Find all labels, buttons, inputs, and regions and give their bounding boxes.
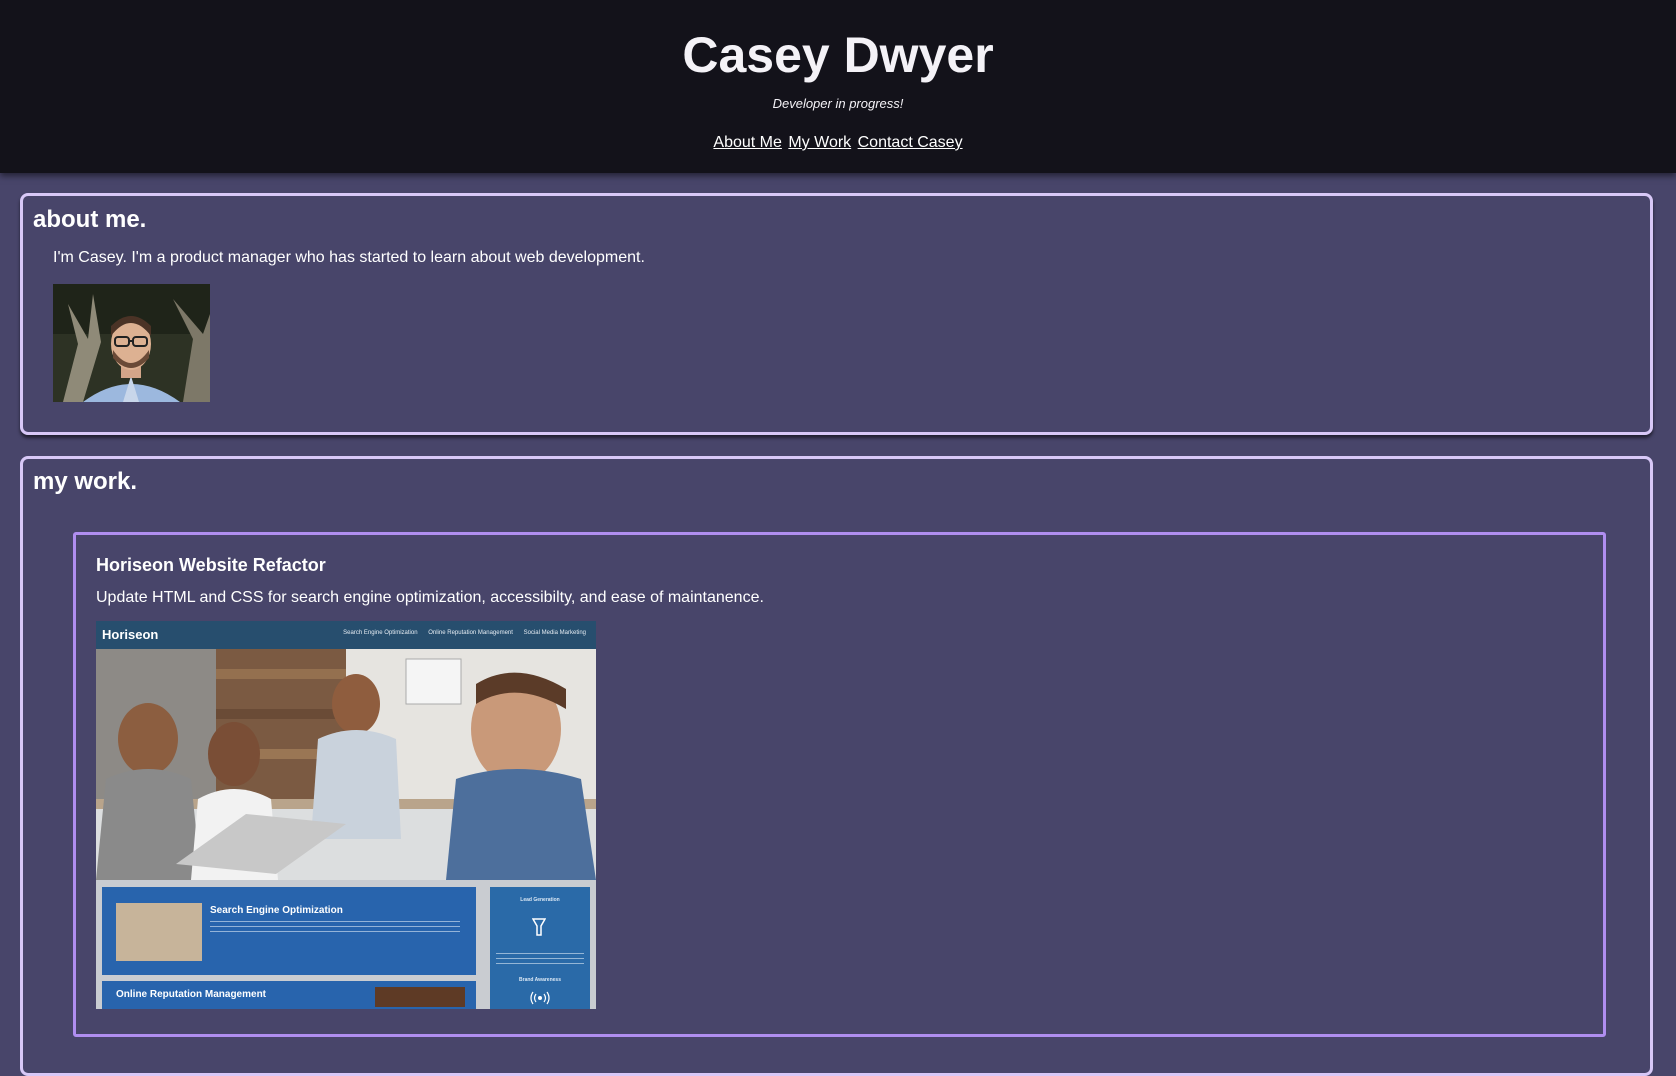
screenshot-sidebar-heading: Lead Generation	[520, 897, 560, 903]
screenshot-sidebar: Lead Generation Brand Awareness	[490, 887, 590, 1009]
screenshot-header: Horiseon Search Engine Optimization Onli…	[96, 621, 596, 649]
site-title: Casey Dwyer	[682, 27, 994, 83]
screenshot-hero-image	[96, 649, 596, 880]
project-card: Horiseon Website Refactor Update HTML an…	[73, 532, 1606, 1037]
work-section: my work. Horiseon Website Refactor Updat…	[20, 456, 1653, 1076]
screenshot-card-title: Search Engine Optimization	[210, 905, 343, 916]
nav-link-my-work[interactable]: My Work	[788, 134, 851, 151]
about-text: I'm Casey. I'm a product manager who has…	[53, 249, 645, 266]
profile-photo	[53, 284, 210, 402]
nav-link-about-me[interactable]: About Me	[713, 134, 781, 151]
screenshot-nav: Search Engine Optimization Online Reputa…	[334, 630, 586, 636]
screenshot-card-body	[210, 921, 460, 933]
screenshot-nav-item: Online Reputation Management	[428, 630, 513, 636]
project-description: Update HTML and CSS for search engine op…	[96, 589, 764, 606]
screenshot-card-orm: Online Reputation Management	[102, 981, 476, 1009]
project-title: Horiseon Website Refactor	[96, 555, 326, 575]
about-section: about me. I'm Casey. I'm a product manag…	[20, 193, 1653, 435]
screenshot-card-seo: Search Engine Optimization	[102, 887, 476, 975]
screenshot-nav-item: Social Media Marketing	[523, 630, 586, 636]
broadcast-icon	[530, 991, 550, 1005]
sidebar-icon	[531, 917, 547, 937]
screenshot-nav-item: Search Engine Optimization	[343, 630, 418, 636]
nav-link-contact[interactable]: Contact Casey	[858, 134, 963, 151]
screenshot-logo: Horiseon	[102, 627, 159, 642]
screenshot-sidebar-heading: Brand Awareness	[519, 977, 561, 983]
screenshot-sidebar-body	[496, 953, 584, 967]
project-screenshot[interactable]: Horiseon Search Engine Optimization Onli…	[96, 621, 596, 1009]
screenshot-card-title: Online Reputation Management	[116, 989, 267, 1000]
tagline: Developer in progress!	[772, 96, 904, 111]
about-heading: about me.	[33, 206, 147, 233]
work-heading: my work.	[33, 468, 138, 495]
site-header: Casey Dwyer Developer in progress! About…	[0, 0, 1676, 173]
main-nav: About Me My Work Contact Casey	[0, 134, 1676, 152]
